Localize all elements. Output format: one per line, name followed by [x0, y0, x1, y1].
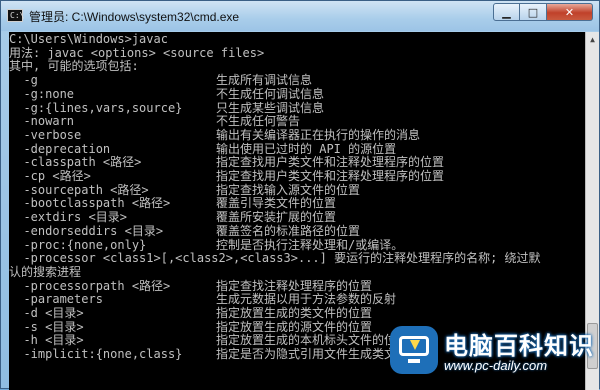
cmd-app-icon[interactable]: C:\	[7, 9, 24, 22]
maximize-button[interactable]: □	[520, 3, 547, 21]
console-option: C:\Users\Windows>javac	[9, 32, 168, 46]
console-option: -g	[9, 73, 38, 88]
console-option: -deprecation	[9, 141, 111, 156]
console-line: -classpath <路径> 指定查找用户类文件和注释处理程序的位置	[9, 156, 585, 169]
console-line: -endorseddirs <目录> 覆盖签名的标准路径的位置	[9, 223, 585, 238]
console-line: -cp <路径> 指定查找用户类文件和注释处理程序的位置	[9, 170, 585, 183]
watermark-title: 电脑百科知识	[444, 332, 594, 360]
console-option: -nowarn	[9, 114, 75, 129]
console-option: -extdirs <目录>	[9, 210, 127, 225]
close-button[interactable]: ✕	[547, 3, 593, 21]
console-description: 覆盖签名的标准路径的位置	[216, 223, 361, 238]
console-description: 指定查找用户类文件和注释处理程序的位置	[216, 155, 445, 170]
console-description: 生成所有调试信息	[216, 73, 313, 88]
watermark-url: www.pc-daily.com	[444, 358, 548, 373]
console-description: 不生成任何调试信息	[216, 86, 325, 101]
console-option: -classpath <路径>	[9, 155, 142, 170]
console-line: -d <目录> 指定放置生成的类文件的位置	[9, 307, 585, 320]
console-description: 覆盖所安装扩展的位置	[216, 210, 337, 225]
window-controls: ▁ □ ✕	[493, 3, 593, 23]
console-line: -deprecation 输出使用已过时的 API 的源位置	[9, 141, 585, 156]
console-line: -parameters 生成元数据以用于方法参数的反射	[9, 293, 585, 306]
console-line: -g:none 不生成任何调试信息	[9, 86, 585, 101]
console-description: 指定放置生成的类文件的位置	[216, 306, 373, 320]
console-description: 不生成任何警告	[216, 114, 301, 129]
console-option: 认的搜索进程	[9, 264, 82, 279]
scroll-up-arrow-icon[interactable]: ▲	[586, 32, 599, 47]
console-line: C:\Users\Windows>javac	[9, 33, 585, 46]
console-line: -processor <class1>[,<class2>,<class3>..…	[9, 252, 585, 265]
console-line: -bootclasspath <路径> 覆盖引导类文件的位置	[9, 197, 585, 210]
console-description: 生成元数据以用于方法参数的反射	[216, 292, 397, 307]
console-option: -implicit:{none,class}	[9, 347, 183, 362]
console-line: -g 生成所有调试信息	[9, 74, 585, 87]
console-option: -endorseddirs <目录>	[9, 223, 164, 238]
console-option: -verbose	[9, 127, 82, 142]
console-description: 指定是否为隐式引用文件生成类文件	[216, 347, 409, 362]
minimize-icon: ▁	[502, 5, 511, 19]
console-description: 指定放置生成的源文件的位置	[216, 319, 373, 334]
console-option: -processor <class1>[,<class2>,<class3>..…	[9, 251, 541, 266]
console-line: -proc:{none,only} 控制是否执行注释处理和/或编译。	[9, 237, 585, 252]
console-description: 覆盖引导类文件的位置	[216, 196, 337, 211]
console-option: -cp <路径>	[9, 169, 91, 183]
maximize-icon: □	[527, 5, 539, 19]
console-option: -s <目录>	[9, 319, 84, 334]
console-option: 用法: javac <options> <source files>	[9, 45, 265, 60]
console-line: -g:{lines,vars,source} 只生成某些调试信息	[9, 100, 585, 115]
close-icon: ✕	[564, 5, 575, 19]
console-line: -processorpath <路径> 指定查找注释处理程序的位置	[9, 278, 585, 293]
console-line: -sourcepath <路径> 指定查找输入源文件的位置	[9, 182, 585, 197]
console-option: -sourcepath <路径>	[9, 182, 149, 197]
console-option: -bootclasspath <路径>	[9, 196, 171, 211]
console-line: 其中, 可能的选项包括:	[9, 60, 585, 73]
console-description: 指定放置生成的本机标头文件的位置	[216, 333, 409, 348]
console-line: 用法: javac <options> <source files>	[9, 45, 585, 60]
console-description: 输出有关编译器正在执行的操作的消息	[216, 127, 421, 142]
console-option: -parameters	[9, 292, 103, 307]
console-line: -nowarn 不生成任何警告	[9, 115, 585, 128]
console-line: 认的搜索进程	[9, 264, 585, 279]
console-description: 指定查找输入源文件的位置	[216, 182, 361, 197]
title-bar[interactable]: C:\ 管理员: C:\Windows\system32\cmd.exe ▁ □…	[1, 1, 599, 31]
window-title: 管理员: C:\Windows\system32\cmd.exe	[29, 10, 240, 24]
watermark: 电脑百科知识 www.pc-daily.com	[386, 322, 600, 389]
console-line: -extdirs <目录> 覆盖所安装扩展的位置	[9, 211, 585, 224]
console-option: -processorpath <路径>	[9, 278, 171, 293]
console-option: -proc:{none,only}	[9, 237, 147, 252]
console-option: -g:none	[9, 86, 75, 101]
pc-logo-icon	[390, 326, 438, 374]
console-line: -verbose 输出有关编译器正在执行的操作的消息	[9, 127, 585, 142]
console-option: 其中, 可能的选项包括:	[9, 59, 139, 74]
console-option: -h <目录>	[9, 333, 84, 348]
console-description: 指定查找用户类文件和注释处理程序的位置	[216, 169, 445, 183]
console-description: 指定查找注释处理程序的位置	[216, 278, 373, 293]
console-option: -d <目录>	[9, 306, 84, 320]
console-description: 控制是否执行注释处理和/或编译。	[216, 237, 404, 252]
console-description: 输出使用已过时的 API 的源位置	[216, 141, 397, 156]
minimize-button[interactable]: ▁	[493, 3, 520, 21]
console-option: -g:{lines,vars,source}	[9, 100, 183, 115]
console-description: 只生成某些调试信息	[216, 100, 325, 115]
